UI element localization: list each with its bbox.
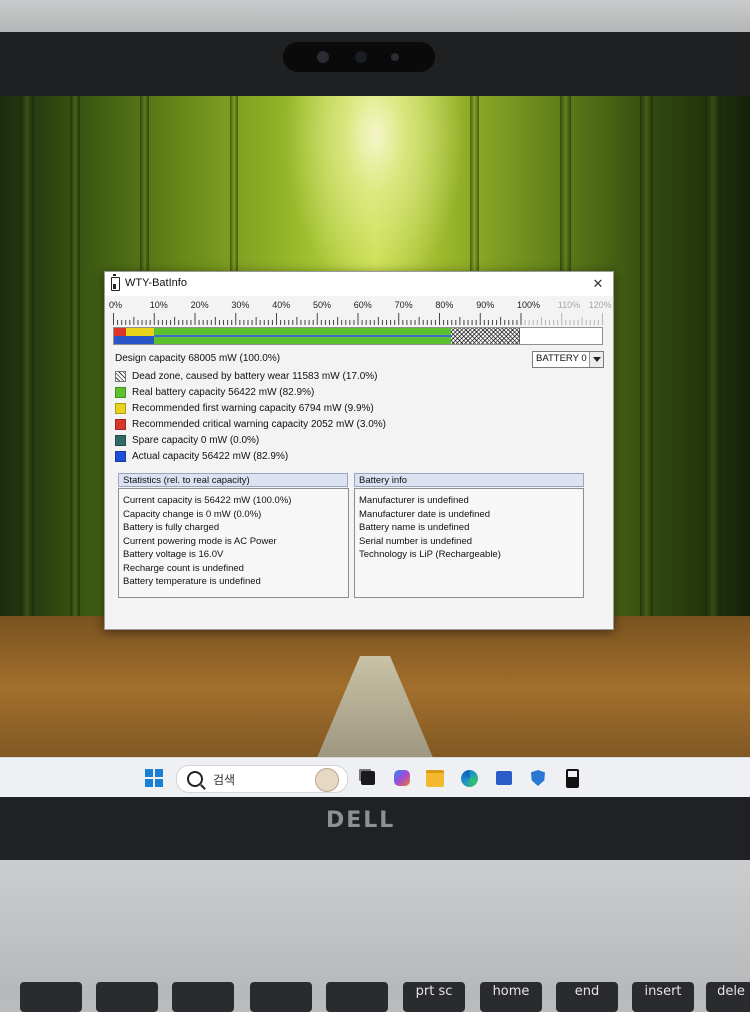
statistics-line: Battery temperature is undefined [123, 576, 261, 587]
battery-info-header: Battery info [354, 473, 584, 487]
statistics-line: Current powering mode is AC Power [123, 535, 277, 547]
capacity-bar-warning-segment [126, 328, 155, 344]
scale-label: 80% [435, 300, 454, 310]
percent-scale: 0% 10% 20% 30% 40% 50% 60% 70% 80% 90% 100% 110% 120… [109, 300, 612, 312]
legend-item: Spare capacity 0 mW (0.0%) [115, 432, 435, 448]
legend-label: Actual capacity 56422 mW (82.9%) [132, 450, 289, 462]
scale-label: 10% [149, 300, 168, 310]
search-text: 검색 [213, 772, 236, 787]
scale-label: 30% [231, 300, 250, 310]
keyboard-key [250, 982, 312, 1012]
scale-label: 100% [517, 300, 541, 310]
capacity-bar [113, 327, 603, 345]
battery-select-value: BATTERY 0 [536, 353, 587, 364]
legend-item: Recommended critical warning capacity 20… [115, 416, 435, 432]
bamboo-stalk [70, 96, 80, 656]
keyboard-key [20, 982, 82, 1012]
statistics-line: Current capacity is 56422 mW (100.0%) [123, 495, 292, 506]
webcam-light-icon [391, 53, 399, 61]
scale-label: 90% [476, 300, 495, 310]
critical-warning-swatch-icon [115, 418, 126, 430]
percent-ruler [113, 313, 603, 325]
legend-label: Recommended first warning capacity 6794 … [132, 402, 374, 414]
legend-item: Dead zone, caused by battery wear 11583 … [115, 368, 435, 384]
scale-label: 120% [588, 300, 612, 310]
window-title: WTY-BatInfo [125, 277, 187, 289]
scale-label: 70% [394, 300, 413, 310]
statistics-line: Capacity change is 0 mW (0.0%) [123, 508, 262, 520]
spare-capacity-swatch-icon [115, 434, 126, 446]
statistics-line: Battery is fully charged [123, 522, 220, 533]
scale-label: 20% [190, 300, 209, 310]
statistics-panel: Current capacity is 56422 mW (100.0%) Ca… [118, 488, 349, 598]
capacity-bar-real-segment [154, 328, 452, 344]
scale-label: 50% [313, 300, 332, 310]
battery-app-icon[interactable] [560, 766, 584, 790]
close-button[interactable]: ✕ [587, 274, 609, 294]
capacity-bar-critical-segment [114, 328, 127, 344]
bamboo-stalk [705, 96, 721, 656]
search-box[interactable]: 검색 [176, 765, 348, 793]
keyboard-key [326, 982, 388, 1012]
statistics-header: Statistics (rel. to real capacity) [118, 473, 348, 487]
store-icon[interactable] [492, 766, 516, 790]
taskbar: 검색 [0, 757, 750, 798]
chevron-down-icon[interactable] [589, 352, 603, 367]
scale-label: 0% [109, 300, 123, 310]
key-end: end [556, 982, 618, 1012]
key-home: home [480, 982, 542, 1012]
webcam-lens-icon [317, 51, 329, 63]
key-delete: dele [706, 982, 750, 1012]
defender-icon[interactable] [526, 766, 550, 790]
legend-label: Recommended critical warning capacity 20… [132, 418, 386, 430]
keyboard-key [172, 982, 234, 1012]
laptop-lid-edge [0, 0, 750, 32]
battery-info-line: Manufacturer date is undefined [359, 508, 490, 520]
battery-info-line: Serial number is undefined [359, 535, 473, 547]
keyboard-key [96, 982, 158, 1012]
key-insert: insert [632, 982, 694, 1012]
battery-icon [111, 274, 120, 291]
webcam-sensor-icon [355, 51, 367, 63]
legend-item: Real battery capacity 56422 mW (82.9%) [115, 384, 435, 400]
battery-info-line: Battery name is undefined [359, 522, 470, 533]
real-capacity-swatch-icon [115, 386, 126, 398]
task-view-icon[interactable] [356, 766, 380, 790]
statistics-line: Recharge count is undefined [123, 562, 244, 574]
legend-label: Dead zone, caused by battery wear 11583 … [132, 370, 378, 382]
scale-label: 110% [557, 300, 581, 310]
batinfo-window: WTY-BatInfo ✕ 0% 10% 20% 30% 40% 50% 60% 70% 80%… [104, 271, 614, 630]
webcam [283, 42, 435, 72]
scale-label: 40% [272, 300, 291, 310]
scale-label: 60% [353, 300, 372, 310]
search-icon [187, 771, 203, 787]
windows-start-icon[interactable] [142, 766, 166, 790]
battery-info-panel: Manufacturer is undefined Manufacturer d… [354, 488, 584, 598]
battery-info-line: Technology is LiP (Rechargeable) [359, 549, 501, 560]
keyboard-deck [0, 860, 750, 1000]
edge-icon[interactable] [457, 766, 481, 790]
actual-capacity-swatch-icon [115, 450, 126, 462]
key-prt-sc: prt sc [403, 982, 465, 1012]
design-capacity: Design capacity 68005 mW (100.0%) [115, 353, 281, 364]
bamboo-stalk [20, 96, 34, 656]
legend-item: Actual capacity 56422 mW (82.9%) [115, 448, 435, 464]
copilot-icon[interactable] [390, 766, 414, 790]
dead-zone-swatch-icon [115, 370, 126, 382]
statistics-line: Battery voltage is 16.0V [123, 549, 224, 560]
battery-select[interactable]: BATTERY 0 [532, 351, 604, 368]
dell-logo: DELL [326, 808, 396, 833]
search-highlight-icon [315, 768, 339, 792]
battery-info-line: Manufacturer is undefined [359, 495, 469, 506]
capacity-bar-dead-zone-segment [451, 328, 521, 344]
first-warning-swatch-icon [115, 402, 126, 414]
capacity-legend: Dead zone, caused by battery wear 11583 … [115, 368, 435, 464]
legend-label: Real battery capacity 56422 mW (82.9%) [132, 386, 315, 398]
window-titlebar[interactable]: WTY-BatInfo ✕ [105, 272, 613, 296]
file-explorer-icon[interactable] [423, 766, 447, 790]
legend-label: Spare capacity 0 mW (0.0%) [132, 434, 260, 446]
bamboo-stalk [640, 96, 653, 656]
legend-item: Recommended first warning capacity 6794 … [115, 400, 435, 416]
